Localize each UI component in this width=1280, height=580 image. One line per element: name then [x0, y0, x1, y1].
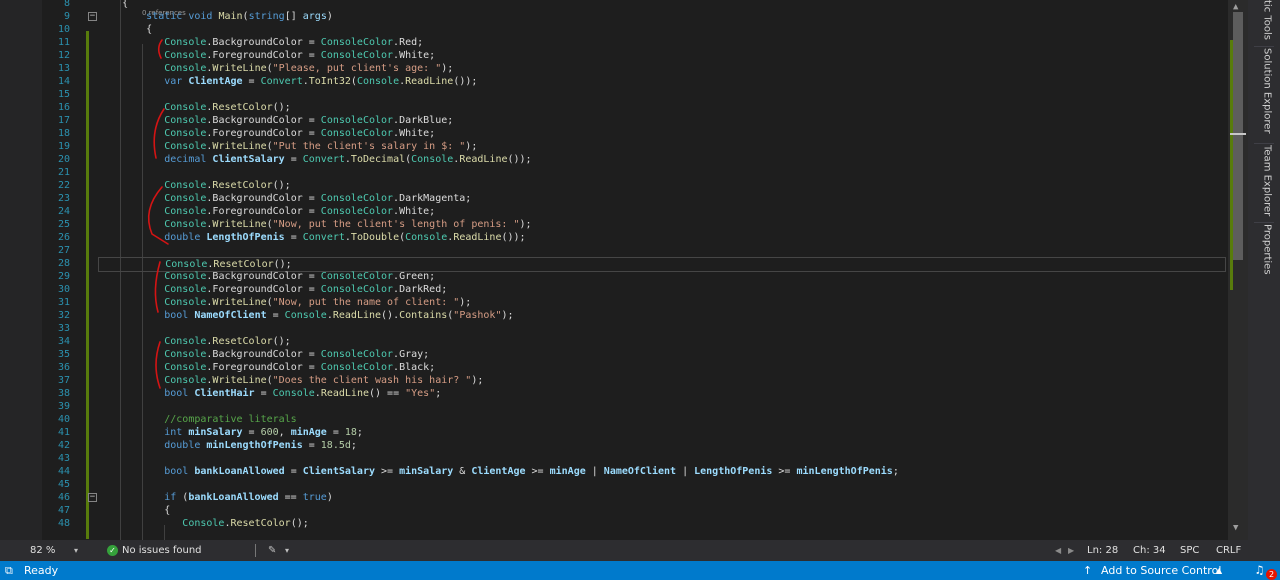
line-number: 42 — [57, 440, 70, 451]
notification-count-badge[interactable]: 2 — [1266, 569, 1277, 580]
line-number: 12 — [57, 50, 70, 61]
line-number: 34 — [57, 336, 70, 347]
line-number: 39 — [57, 401, 70, 412]
cursor-column-indicator[interactable]: Ch: 34 — [1133, 540, 1166, 561]
line-number: 37 — [57, 375, 70, 386]
zoom-dropdown-icon[interactable]: ▾ — [74, 540, 78, 561]
scroll-right-arrow-icon[interactable]: ▶ — [1068, 540, 1074, 561]
editor-footer-bar: 82 % ▾ ✓ No issues found ✎ ▾ ◀ ▶ Ln: 28 … — [0, 540, 1248, 561]
line-number: 30 — [57, 284, 70, 295]
line-number: 11 — [57, 37, 70, 48]
line-number: 13 — [57, 63, 70, 74]
line-number: 14 — [57, 76, 70, 87]
line-number: 46 — [57, 492, 70, 503]
scrollbar-thumb[interactable] — [1233, 12, 1243, 260]
notification-bell-icon[interactable]: ♫ — [1256, 563, 1263, 577]
add-to-source-control-button[interactable]: Add to Source Control — [1101, 561, 1221, 580]
issues-status[interactable]: No issues found — [122, 540, 202, 561]
indentation-mode[interactable]: SPC — [1180, 540, 1199, 561]
line-number: 23 — [57, 193, 70, 204]
tab-solution-explorer[interactable]: Solution Explorer — [1248, 48, 1280, 140]
line-number: 40 — [57, 414, 70, 425]
line-number: 24 — [57, 206, 70, 217]
tab-properties[interactable]: Properties — [1248, 224, 1280, 280]
line-number: 27 — [57, 245, 70, 256]
left-tool-strip — [0, 0, 42, 540]
line-number: 36 — [57, 362, 70, 373]
red-annotation-mark — [154, 261, 161, 313]
red-annotation-mark — [147, 186, 169, 245]
status-ready: Ready — [24, 564, 59, 577]
line-number: 47 — [57, 505, 70, 516]
line-number: 48 — [57, 518, 70, 529]
up-arrow-icon[interactable]: ↑ — [1083, 561, 1092, 580]
footer-divider — [255, 544, 256, 557]
line-number: 45 — [57, 479, 70, 490]
tab-diagnostic-tools[interactable]: tic Tools — [1248, 0, 1280, 44]
status-bar: ⧉ Ready ↑ Add to Source Control ▲ — [0, 561, 1248, 580]
output-window-icon[interactable]: ⧉ — [5, 561, 13, 580]
code-cleanup-brush-icon[interactable]: ✎ — [268, 540, 276, 561]
line-ending-mode[interactable]: CRLF — [1216, 540, 1241, 561]
line-number: 10 — [57, 24, 70, 35]
red-annotation-mark — [157, 39, 163, 59]
line-number: 21 — [57, 167, 70, 178]
line-number: 18 — [57, 128, 70, 139]
line-number: 8 — [63, 0, 70, 9]
zoom-level[interactable]: 82 % — [30, 540, 55, 561]
tab-team-explorer[interactable]: Team Explorer — [1248, 145, 1280, 219]
line-number: 16 — [57, 102, 70, 113]
change-tracking-bar — [86, 31, 89, 539]
line-number: 43 — [57, 453, 70, 464]
line-number: 20 — [57, 154, 70, 165]
line-number: 31 — [57, 297, 70, 308]
vertical-scrollbar[interactable]: ▲ ▼ — [1228, 0, 1248, 540]
line-number: 22 — [57, 180, 70, 191]
source-control-caret-icon[interactable]: ▲ — [1216, 561, 1222, 580]
scroll-left-arrow-icon[interactable]: ◀ — [1055, 540, 1061, 561]
scrollbar-caret-marker — [1230, 133, 1246, 135]
line-number: 35 — [57, 349, 70, 360]
line-number: 26 — [57, 232, 70, 243]
cursor-line-indicator[interactable]: Ln: 28 — [1087, 540, 1118, 561]
check-circle-icon: ✓ — [107, 545, 118, 556]
red-annotation-mark — [155, 341, 161, 389]
collapse-region-icon[interactable]: − — [88, 493, 97, 502]
scroll-down-arrow-icon[interactable]: ▼ — [1233, 523, 1238, 533]
side-tool-tabs: tic Tools Solution Explorer Team Explore… — [1248, 0, 1280, 580]
line-number: 28 — [57, 258, 70, 269]
line-number: 41 — [57, 427, 70, 438]
hand-drawn-annotations — [147, 39, 169, 389]
tab-separator — [1254, 46, 1274, 47]
tab-separator — [1254, 222, 1274, 223]
code-editor[interactable]: 0 references { static void Main(string[]… — [98, 0, 1228, 540]
line-number: 9 — [63, 11, 70, 22]
line-number: 19 — [57, 141, 70, 152]
line-number: 38 — [57, 388, 70, 399]
line-number: 44 — [57, 466, 70, 477]
scroll-up-arrow-icon[interactable]: ▲ — [1233, 2, 1238, 12]
tab-separator — [1254, 143, 1274, 144]
code-cleanup-dropdown-icon[interactable]: ▾ — [285, 540, 289, 561]
line-number: 32 — [57, 310, 70, 321]
notifications-area: ♫ 2 — [1248, 561, 1280, 580]
red-annotation-mark — [153, 108, 165, 159]
line-number: 29 — [57, 271, 70, 282]
collapse-region-icon[interactable]: − — [88, 12, 97, 21]
line-number: 17 — [57, 115, 70, 126]
line-number: 33 — [57, 323, 70, 334]
line-number: 15 — [57, 89, 70, 100]
line-number: 25 — [57, 219, 70, 230]
